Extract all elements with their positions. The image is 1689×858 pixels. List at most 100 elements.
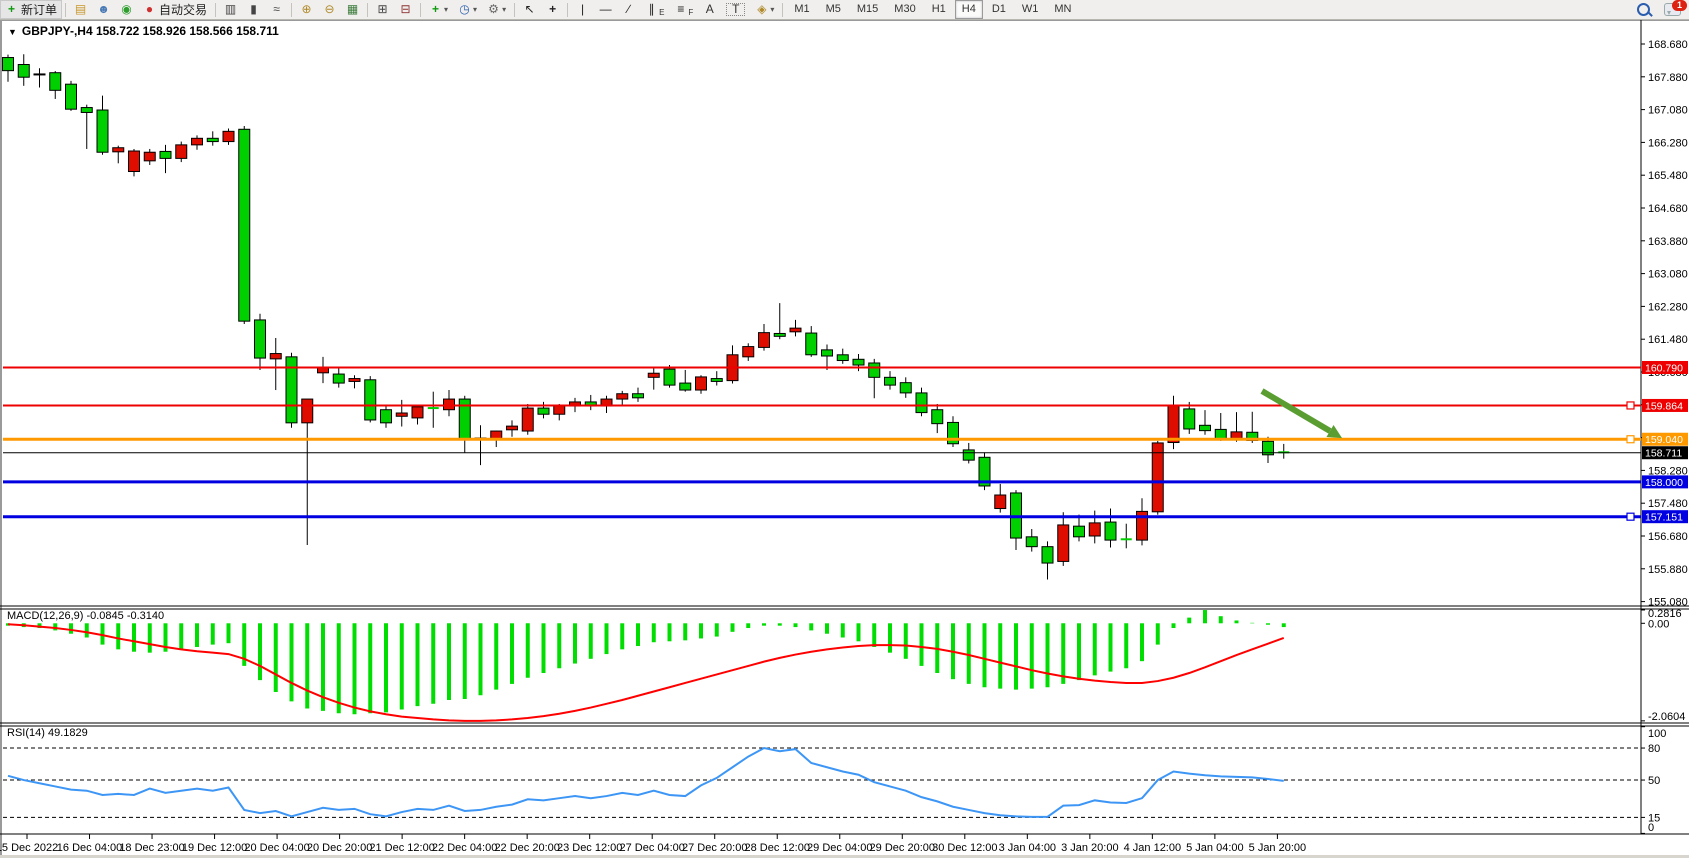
svg-text:155.880: 155.880: [1648, 564, 1688, 576]
crosshair-icon-glyph: +: [546, 1, 559, 18]
signals-icon-glyph: ◉: [120, 1, 133, 18]
horizontal-line-icon[interactable]: —: [594, 0, 617, 19]
svg-text:158.000: 158.000: [1645, 477, 1683, 489]
search-icon[interactable]: [1637, 3, 1650, 16]
tile-windows-icon[interactable]: ▦: [341, 0, 364, 19]
timeframe-w1[interactable]: W1: [1015, 0, 1046, 19]
autotrade-button[interactable]: ●自动交易: [138, 0, 212, 19]
vertical-line-icon-glyph: |: [576, 1, 589, 18]
svg-text:161.480: 161.480: [1648, 334, 1688, 346]
horizontal-levels[interactable]: 160.790159.864159.040158.711158.000157.1…: [3, 361, 1688, 524]
svg-text:16 Dec 04:00: 16 Dec 04:00: [57, 842, 122, 854]
chart-properties-icon[interactable]: ⚙▾: [482, 0, 511, 19]
tile-windows-icon-glyph: ▦: [346, 1, 359, 18]
svg-text:19 Dec 12:00: 19 Dec 12:00: [182, 842, 247, 854]
chart-collapse-icon[interactable]: ▼: [8, 27, 17, 37]
bar-chart-icon[interactable]: ▥: [219, 0, 242, 19]
svg-text:18 Dec 23:00: 18 Dec 23:00: [119, 842, 184, 854]
fibonacci-icon-sub: F: [688, 8, 693, 18]
text-icon-glyph: A: [703, 1, 716, 18]
svg-text:156.680: 156.680: [1648, 531, 1688, 543]
chart-title[interactable]: ▼GBPJPY-,H4 158.722 158.926 158.566 158.…: [8, 24, 279, 38]
periods-clock-icon[interactable]: ◷▾: [453, 0, 482, 19]
zoom-out-icon[interactable]: ⊖: [318, 0, 341, 19]
toolbar-right: 1: [1637, 3, 1689, 16]
macd-signal-line: [8, 624, 1284, 721]
rsi-indicator-label: RSI(14) 49.1829: [7, 727, 88, 739]
timeframe-h1[interactable]: H1: [925, 0, 953, 19]
time-axis[interactable]: 15 Dec 202216 Dec 04:0018 Dec 23:0019 De…: [0, 834, 1306, 854]
arrows-icon[interactable]: ◈▾: [750, 0, 779, 19]
charts-window-icon[interactable]: ▤: [69, 0, 92, 19]
timeframe-m5[interactable]: M5: [819, 0, 848, 19]
annotation-arrow-down[interactable]: [1262, 391, 1342, 438]
sep-3: [291, 3, 292, 17]
svg-text:21 Dec 12:00: 21 Dec 12:00: [369, 842, 434, 854]
add-indicator-icon[interactable]: +▾: [424, 0, 453, 19]
svg-text:0.00: 0.00: [1648, 618, 1669, 630]
line-chart-icon-glyph: ≈: [270, 1, 283, 18]
timeframe-m30[interactable]: M30: [887, 0, 922, 19]
svg-text:29 Dec 04:00: 29 Dec 04:00: [807, 842, 872, 854]
text-label-icon[interactable]: T: [721, 0, 750, 19]
sep-2: [215, 3, 216, 17]
svg-text:157.151: 157.151: [1645, 512, 1683, 524]
vertical-line-icon[interactable]: |: [571, 0, 594, 19]
cursor-icon[interactable]: ↖: [518, 0, 541, 19]
sep-5: [420, 3, 421, 17]
indicators-window-icon-glyph: ⊞: [376, 1, 389, 18]
indicators-window-icon[interactable]: ⊞: [371, 0, 394, 19]
svg-text:80: 80: [1648, 743, 1660, 755]
signals-icon[interactable]: ◉: [115, 0, 138, 19]
svg-text:27 Dec 20:00: 27 Dec 20:00: [682, 842, 747, 854]
main-toolbar: +新订单 ▤ ☻ ◉ ●自动交易 ▥ ▮ ≈ ⊕⊖ ▦ ⊞ ⊟ +▾◷▾⚙▾ ↖ + | — ∕∥E≡F AT ◈▾ M…: [0, 0, 1689, 20]
text-label-icon-glyph: T: [726, 3, 745, 16]
chat-icon[interactable]: 1: [1664, 3, 1681, 16]
cursor-icon-glyph: ↖: [523, 1, 536, 18]
bar-chart-icon-glyph: ▥: [224, 1, 237, 18]
candlestick-chart-icon[interactable]: ▮: [242, 0, 265, 19]
chart-canvas[interactable]: 168.680167.880167.080166.280165.480164.6…: [0, 0, 1689, 858]
sep-6: [514, 3, 515, 17]
charts-window-icon-glyph: ▤: [74, 1, 87, 18]
new-order-button-glyph: +: [5, 1, 18, 18]
periods-clock-icon-glyph: ◷: [458, 1, 471, 18]
line-chart-icon[interactable]: ≈: [265, 0, 288, 19]
crosshair-icon[interactable]: +: [541, 0, 564, 19]
macd-indicator-label: MACD(12,26,9) -0.0845 -0.3140: [7, 610, 164, 622]
sep-4: [367, 3, 368, 17]
fibonacci-icon[interactable]: ≡F: [669, 0, 698, 19]
svg-text:162.280: 162.280: [1648, 301, 1688, 313]
level-handle-157.151[interactable]: [1627, 513, 1634, 520]
channel-icon-sub: E: [659, 8, 664, 18]
profile-icon[interactable]: ☻: [92, 0, 115, 19]
svg-text:20 Dec 04:00: 20 Dec 04:00: [244, 842, 309, 854]
templates-icon[interactable]: ⊟: [394, 0, 417, 19]
zoom-in-icon[interactable]: ⊕: [295, 0, 318, 19]
new-order-button[interactable]: +新订单: [0, 0, 62, 19]
svg-text:23 Dec 12:00: 23 Dec 12:00: [557, 842, 622, 854]
channel-icon[interactable]: ∥E: [640, 0, 669, 19]
svg-text:167.080: 167.080: [1648, 105, 1688, 117]
horizontal-line-icon-glyph: —: [599, 1, 612, 18]
timeframe-mn[interactable]: MN: [1047, 0, 1078, 19]
timeframe-d1[interactable]: D1: [985, 0, 1013, 19]
level-handle-159.864[interactable]: [1627, 402, 1634, 409]
svg-text:168.680: 168.680: [1648, 39, 1688, 51]
rsi-pane: 1008050150: [3, 727, 1666, 834]
timeframe-h4[interactable]: H4: [955, 0, 983, 19]
rsi-line: [8, 748, 1284, 817]
timeframe-m15[interactable]: M15: [850, 0, 885, 19]
chart-properties-icon-glyph: ⚙: [487, 1, 500, 18]
trendline-icon[interactable]: ∕: [617, 0, 640, 19]
svg-text:15 Dec 2022: 15 Dec 2022: [0, 842, 58, 854]
svg-text:0: 0: [1648, 822, 1654, 834]
svg-text:28 Dec 12:00: 28 Dec 12:00: [745, 842, 810, 854]
svg-text:163.080: 163.080: [1648, 269, 1688, 281]
candlestick-chart-icon-glyph: ▮: [247, 1, 260, 18]
text-icon[interactable]: A: [698, 0, 721, 19]
svg-text:5 Jan 20:00: 5 Jan 20:00: [1249, 842, 1307, 854]
level-handle-159.040[interactable]: [1627, 436, 1634, 443]
timeframe-m1[interactable]: M1: [787, 0, 816, 19]
autotrade-button-glyph: ●: [143, 1, 156, 18]
